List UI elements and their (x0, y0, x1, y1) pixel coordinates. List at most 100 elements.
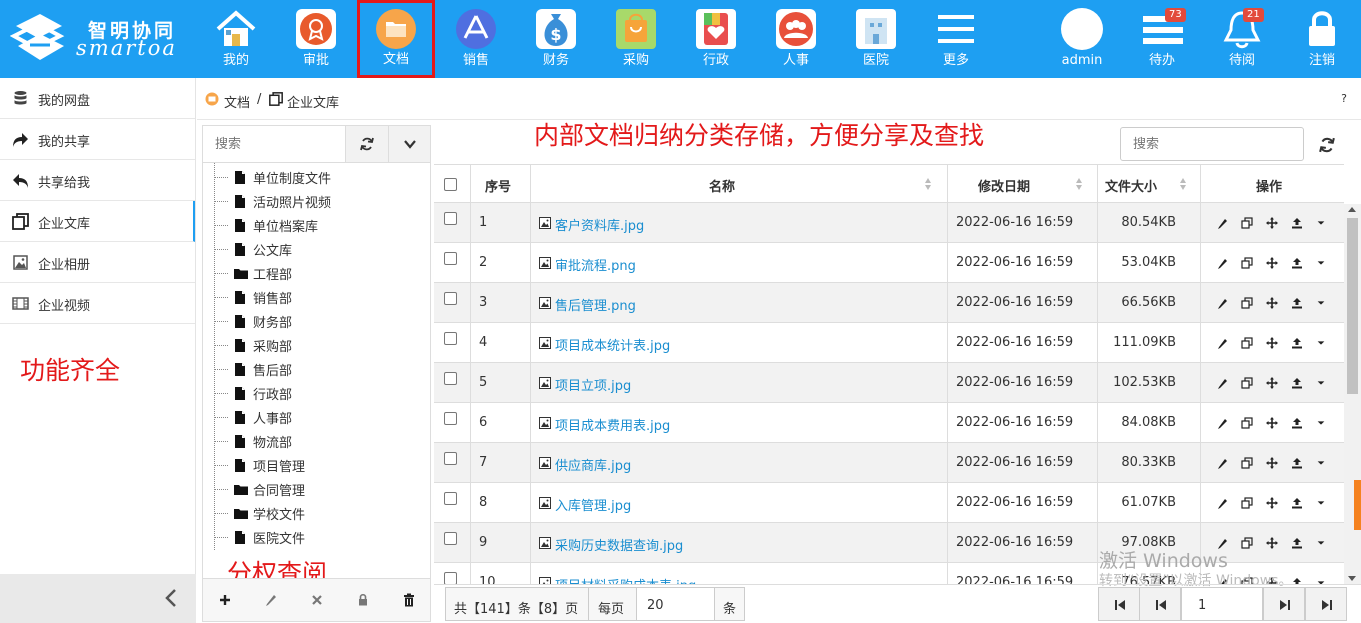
caret-down-icon[interactable] (1316, 457, 1326, 469)
tree-file-node[interactable]: 行政部 (203, 381, 430, 405)
nav-approval[interactable]: 审批 (277, 0, 355, 78)
tree-refresh-button[interactable] (346, 126, 389, 163)
file-name-link[interactable]: 审批流程.png (555, 255, 636, 274)
next-page-button[interactable] (1263, 587, 1305, 621)
sidebar-item-enterprise-library[interactable]: 企业文库 (0, 201, 195, 242)
scroll-up-icon[interactable] (1348, 207, 1356, 212)
header-size[interactable]: 文件大小 (1098, 165, 1201, 202)
move-icon[interactable] (1266, 537, 1278, 549)
table-row[interactable]: 4 项目成本统计表.jpg 2022-06-16 16:59 111.09KB (434, 323, 1344, 363)
copy-icon[interactable] (1241, 457, 1253, 469)
nav-sales[interactable]: 销售 (437, 0, 515, 78)
caret-down-icon[interactable] (1316, 337, 1326, 349)
upload-icon[interactable] (1291, 377, 1303, 389)
copy-icon[interactable] (1241, 377, 1253, 389)
tree-file-node[interactable]: 医院文件 (203, 525, 430, 549)
tree-folder-node[interactable]: 学校文件 (203, 501, 430, 525)
table-row[interactable]: 3 售后管理.png 2022-06-16 16:59 66.56KB (434, 283, 1344, 323)
trash-icon[interactable] (402, 593, 416, 607)
move-icon[interactable] (1266, 457, 1278, 469)
row-checkbox[interactable] (444, 532, 457, 545)
file-name-link[interactable]: 项目材料采购成本表.jpg (555, 575, 696, 584)
nav-admin[interactable]: 行政 (677, 0, 755, 78)
nav-hospital[interactable]: 医院 (837, 0, 915, 78)
move-icon[interactable] (1266, 297, 1278, 309)
first-page-button[interactable] (1098, 587, 1140, 621)
file-name-link[interactable]: 入库管理.jpg (555, 495, 631, 514)
table-row[interactable]: 7 供应商库.jpg 2022-06-16 16:59 80.33KB (434, 443, 1344, 483)
edit-icon[interactable] (1216, 257, 1228, 269)
row-checkbox[interactable] (444, 292, 457, 305)
prev-page-button[interactable] (1139, 587, 1181, 621)
refresh-icon[interactable] (1319, 137, 1335, 153)
move-icon[interactable] (1266, 377, 1278, 389)
copy-icon[interactable] (1241, 257, 1253, 269)
table-row[interactable]: 8 入库管理.jpg 2022-06-16 16:59 61.07KB (434, 483, 1344, 523)
edit-icon[interactable] (264, 593, 278, 607)
upload-icon[interactable] (1291, 537, 1303, 549)
table-row[interactable]: 1 客户资料库.jpg 2022-06-16 16:59 80.54KB (434, 203, 1344, 243)
tree-folder-node[interactable]: 工程部 (203, 261, 430, 285)
todo-button[interactable]: 73 待办 (1123, 0, 1201, 78)
sidebar-collapse-bar[interactable] (0, 574, 196, 623)
move-icon[interactable] (1266, 337, 1278, 349)
to-read-button[interactable]: 21 待阅 (1203, 0, 1281, 78)
edit-icon[interactable] (1216, 457, 1228, 469)
tree-file-node[interactable]: 人事部 (203, 405, 430, 429)
header-name[interactable]: 名称 (531, 165, 948, 202)
caret-down-icon[interactable] (1316, 297, 1326, 309)
row-checkbox[interactable] (444, 412, 457, 425)
table-row[interactable]: 5 项目立项.jpg 2022-06-16 16:59 102.53KB (434, 363, 1344, 403)
tree-file-node[interactable]: 单位制度文件 (203, 165, 430, 189)
nav-documents[interactable]: 文档 (357, 0, 435, 78)
tree-file-node[interactable]: 项目管理 (203, 453, 430, 477)
file-name-link[interactable]: 采购历史数据查询.jpg (555, 535, 683, 554)
sidebar-item-enterprise-video[interactable]: 企业视频 (0, 283, 195, 324)
tree-file-node[interactable]: 财务部 (203, 309, 430, 333)
file-name-link[interactable]: 项目立项.jpg (555, 375, 631, 394)
file-name-link[interactable]: 售后管理.png (555, 295, 636, 314)
copy-icon[interactable] (1241, 337, 1253, 349)
copy-icon[interactable] (1241, 417, 1253, 429)
nav-hr[interactable]: 人事 (757, 0, 835, 78)
sidebar-item-my-share[interactable]: 我的共享 (0, 119, 195, 160)
table-row[interactable]: 6 项目成本费用表.jpg 2022-06-16 16:59 84.08KB (434, 403, 1344, 443)
file-name-link[interactable]: 客户资料库.jpg (555, 215, 644, 234)
table-row[interactable]: 2 审批流程.png 2022-06-16 16:59 53.04KB (434, 243, 1344, 283)
per-page-input[interactable]: 20 (637, 587, 715, 621)
move-icon[interactable] (1266, 497, 1278, 509)
edit-icon[interactable] (1216, 337, 1228, 349)
nav-purchase[interactable]: 采购 (597, 0, 675, 78)
edit-icon[interactable] (1216, 417, 1228, 429)
document-search-input[interactable] (1120, 127, 1304, 161)
upload-icon[interactable] (1291, 577, 1303, 584)
nav-more[interactable]: 更多 (917, 0, 995, 78)
copy-icon[interactable] (1241, 297, 1253, 309)
scroll-down-icon[interactable] (1348, 576, 1356, 581)
logo[interactable]: 智明协同 smartoa (10, 10, 180, 66)
header-date[interactable]: 修改日期 (948, 165, 1098, 202)
tree-file-node[interactable]: 单位档案库 (203, 213, 430, 237)
upload-icon[interactable] (1291, 337, 1303, 349)
upload-icon[interactable] (1291, 497, 1303, 509)
scrollbar-thumb[interactable] (1347, 218, 1358, 394)
upload-icon[interactable] (1291, 417, 1303, 429)
tree-file-node[interactable]: 活动照片视频 (203, 189, 430, 213)
caret-down-icon[interactable] (1316, 537, 1326, 549)
tree-file-node[interactable]: 售后部 (203, 357, 430, 381)
last-page-button[interactable] (1305, 587, 1347, 621)
row-checkbox[interactable] (444, 452, 457, 465)
caret-down-icon[interactable] (1316, 217, 1326, 229)
row-checkbox[interactable] (444, 332, 457, 345)
move-icon[interactable] (1266, 257, 1278, 269)
edit-icon[interactable] (1216, 377, 1228, 389)
file-name-link[interactable]: 项目成本费用表.jpg (555, 415, 670, 434)
user-menu[interactable]: admin (1043, 0, 1121, 78)
row-checkbox[interactable] (444, 492, 457, 505)
move-icon[interactable] (1266, 217, 1278, 229)
caret-down-icon[interactable] (1316, 417, 1326, 429)
help-button[interactable]: ? (1341, 92, 1347, 105)
tree-file-node[interactable]: 销售部 (203, 285, 430, 309)
copy-icon[interactable] (1241, 217, 1253, 229)
caret-down-icon[interactable] (1316, 577, 1326, 584)
